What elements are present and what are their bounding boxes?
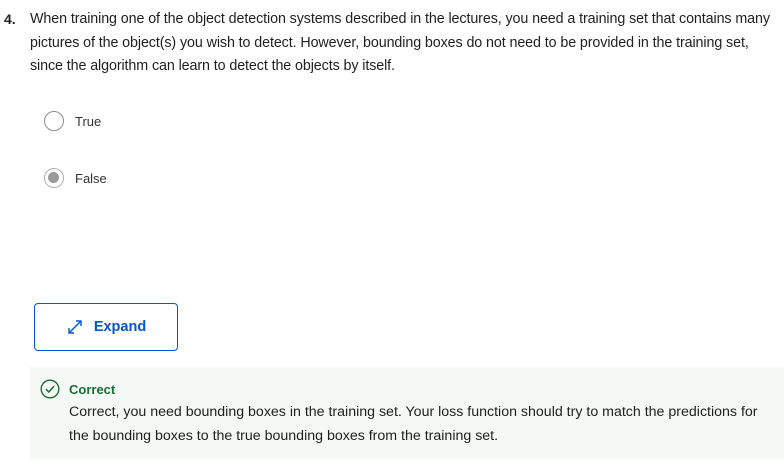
option-false[interactable]: False [44,166,107,190]
radio-button-true[interactable] [44,111,64,131]
quiz-page: 4. When training one of the object detec… [0,0,784,465]
expand-label: Expand [93,319,147,335]
feedback-header: Correct [40,379,115,399]
feedback-text: Correct, you need bounding boxes in the … [69,404,758,444]
feedback-status: Correct [69,381,116,397]
feedback-panel: Correct Correct, you need bounding boxes… [30,367,784,459]
expand-arrows-icon [66,318,84,336]
question-block: 4. When training one of the object detec… [4,8,780,79]
option-label-true: True [75,113,102,129]
option-true[interactable]: True [44,109,101,133]
radio-button-false[interactable] [44,168,64,188]
check-circle-icon [40,379,60,399]
option-label-false: False [75,170,107,186]
question-text: When training one of the object detectio… [30,11,770,74]
question-number: 4. [4,11,16,27]
expand-button[interactable]: Expand [34,303,178,351]
